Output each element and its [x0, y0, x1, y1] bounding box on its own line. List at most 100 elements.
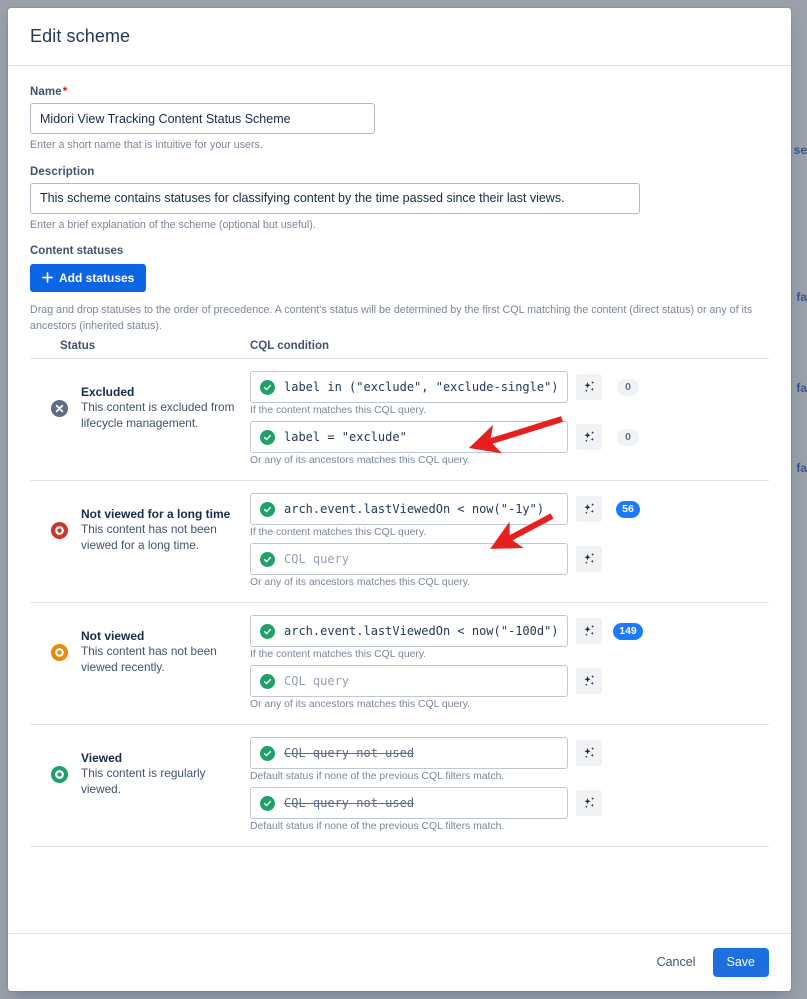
match-count-slot: 0 — [610, 378, 646, 396]
name-label-text: Name — [30, 86, 62, 98]
match-count-slot: 0 — [610, 428, 646, 446]
valid-check-icon — [260, 745, 275, 761]
match-count-badge[interactable]: 0 — [617, 378, 639, 396]
cql-condition-group: CQL query not used Default status if none… — [250, 737, 769, 782]
cql-query-input[interactable]: CQL query — [250, 665, 568, 698]
status-cell: Excluded This content is excluded from li… — [30, 371, 250, 445]
column-header-status: Status — [60, 340, 96, 353]
cql-query-value: CQL query not used — [284, 746, 415, 761]
eye-green-icon — [50, 765, 69, 784]
cql-query-value: label in ("exclude", "exclude-single") — [284, 380, 558, 395]
name-label: Name* — [30, 86, 769, 98]
ai-sparkle-icon-button[interactable] — [576, 546, 602, 573]
name-input[interactable]: Midori View Tracking Content Status Sche… — [30, 103, 375, 134]
cql-condition-line: arch.event.lastViewedOn < now("-1y") 56 — [250, 493, 769, 526]
plus-icon — [42, 271, 53, 285]
status-name: Not viewed for a long time — [81, 506, 231, 521]
cql-help-text: Default status if none of the previous C… — [250, 771, 505, 783]
cql-query-input[interactable]: arch.event.lastViewedOn < now("-100d") — [250, 615, 568, 648]
cql-query-value: arch.event.lastViewedOn < now("-100d") — [284, 624, 558, 639]
status-text-group: Viewed This content is regularly viewed. — [81, 751, 241, 798]
cql-cell: label in ("exclude", "exclude-single") 0 I… — [250, 371, 769, 471]
status-cell: Not viewed This content has not been view… — [30, 615, 250, 689]
cql-help-text: If the content matches this CQL query. — [250, 405, 427, 417]
status-name: Not viewed — [81, 628, 145, 643]
ai-sparkle-icon-button[interactable] — [576, 668, 602, 695]
cql-query-input[interactable]: label = "exclude" — [250, 421, 568, 454]
cql-condition-group: label = "exclude" 0 Or any of its ancestor… — [250, 421, 769, 466]
cql-query-input[interactable]: CQL query not used — [250, 737, 568, 770]
match-count-badge[interactable]: 0 — [617, 428, 639, 446]
table-row[interactable]: Not viewed This content has not been view… — [30, 603, 769, 726]
valid-check-icon — [260, 623, 275, 639]
cql-condition-line: arch.event.lastViewedOn < now("-100d") 14… — [250, 615, 769, 648]
save-button[interactable]: Save — [712, 948, 769, 977]
page-title: Edit scheme — [30, 26, 131, 46]
content-statuses-label: Content statuses — [30, 245, 124, 258]
description-input[interactable]: This scheme contains statuses for classi… — [30, 182, 640, 214]
cql-query-value: arch.event.lastViewedOn < now("-1y") — [284, 502, 545, 517]
cql-condition-group: arch.event.lastViewedOn < now("-100d") 14… — [250, 615, 769, 660]
drag-and-drop-note: Drag and drop statuses to the order of p… — [30, 304, 753, 333]
add-statuses-button[interactable]: Add statuses — [30, 264, 147, 293]
eye-orange-icon — [50, 643, 69, 662]
cql-help-text: If the content matches this CQL query. — [250, 649, 427, 661]
status-cell: Viewed This content is regularly viewed. — [30, 737, 250, 811]
table-row[interactable]: Viewed This content is regularly viewed. C… — [30, 725, 769, 848]
status-description: This content has not been viewed recentl… — [81, 643, 217, 674]
cql-query-value: label = "exclude" — [284, 430, 407, 445]
cql-query-input[interactable]: CQL query not used — [250, 787, 568, 820]
cql-help-text: If the content matches this CQL query. — [250, 527, 427, 539]
cql-query-value: CQL query not used — [284, 796, 415, 811]
cql-condition-group: CQL query Or any of its ancestors matches… — [250, 665, 769, 710]
column-header-cql: CQL condition — [250, 340, 330, 353]
match-count-slot: 56 — [610, 500, 646, 518]
status-text-group: Not viewed This content has not been view… — [81, 629, 241, 676]
cql-condition-group: CQL query Or any of its ancestors matches… — [250, 543, 769, 588]
eye-red-icon — [50, 521, 69, 540]
excluded-circle-x-icon — [50, 399, 69, 418]
required-marker: * — [62, 86, 68, 98]
match-count-badge[interactable]: 56 — [616, 500, 640, 518]
cql-condition-line: CQL query — [250, 665, 769, 698]
cancel-button[interactable]: Cancel — [646, 948, 707, 977]
match-count-badge[interactable]: 149 — [613, 622, 643, 640]
cql-help-text: Or any of its ancestors matches this CQL… — [250, 699, 471, 711]
status-description: This content has not been viewed for a l… — [81, 521, 217, 552]
add-statuses-label: Add statuses — [59, 271, 135, 286]
status-text-group: Not viewed for a long time This content h… — [81, 507, 241, 554]
background-fragment: se — [793, 143, 807, 157]
ai-sparkle-icon-button[interactable] — [576, 618, 602, 645]
cql-query-input[interactable]: CQL query — [250, 543, 568, 576]
dialog-body: Name* Midori View Tracking Content Statu… — [8, 66, 791, 933]
cql-query-input[interactable]: arch.event.lastViewedOn < now("-1y") — [250, 493, 568, 526]
ai-sparkle-icon-button[interactable] — [576, 424, 602, 451]
status-table: Status CQL condition Excluded This conten… — [30, 340, 769, 848]
valid-check-icon — [260, 795, 275, 811]
status-rows: Excluded This content is excluded from li… — [30, 359, 769, 848]
table-row[interactable]: Not viewed for a long time This content h… — [30, 481, 769, 604]
background-fragment: fa — [796, 381, 807, 395]
background-fragment: fa — [796, 461, 807, 475]
cql-condition-group: CQL query not used Default status if none… — [250, 787, 769, 832]
cql-condition-group: arch.event.lastViewedOn < now("-1y") 56 If… — [250, 493, 769, 538]
description-label: Description — [30, 165, 95, 178]
table-row[interactable]: Excluded This content is excluded from li… — [30, 359, 769, 482]
ai-sparkle-icon-button[interactable] — [576, 740, 602, 767]
cql-query-input[interactable]: label in ("exclude", "exclude-single") — [250, 371, 568, 404]
cql-query-value: CQL query — [284, 674, 350, 689]
cql-help-text: Default status if none of the previous C… — [250, 821, 505, 833]
valid-check-icon — [260, 673, 275, 689]
cql-condition-line: CQL query not used — [250, 737, 769, 770]
dialog-footer: Cancel Save — [8, 933, 791, 991]
cql-condition-line: CQL query — [250, 543, 769, 576]
cql-help-text: Or any of its ancestors matches this CQL… — [250, 455, 471, 467]
edit-scheme-dialog: Edit scheme Name* Midori View Tracking C… — [8, 8, 791, 991]
cql-condition-line: label = "exclude" 0 — [250, 421, 769, 454]
status-name: Viewed — [81, 750, 123, 765]
cql-cell: arch.event.lastViewedOn < now("-1y") 56 If… — [250, 493, 769, 593]
ai-sparkle-icon-button[interactable] — [576, 496, 602, 523]
valid-check-icon — [260, 429, 275, 445]
ai-sparkle-icon-button[interactable] — [576, 790, 602, 817]
ai-sparkle-icon-button[interactable] — [576, 374, 602, 401]
